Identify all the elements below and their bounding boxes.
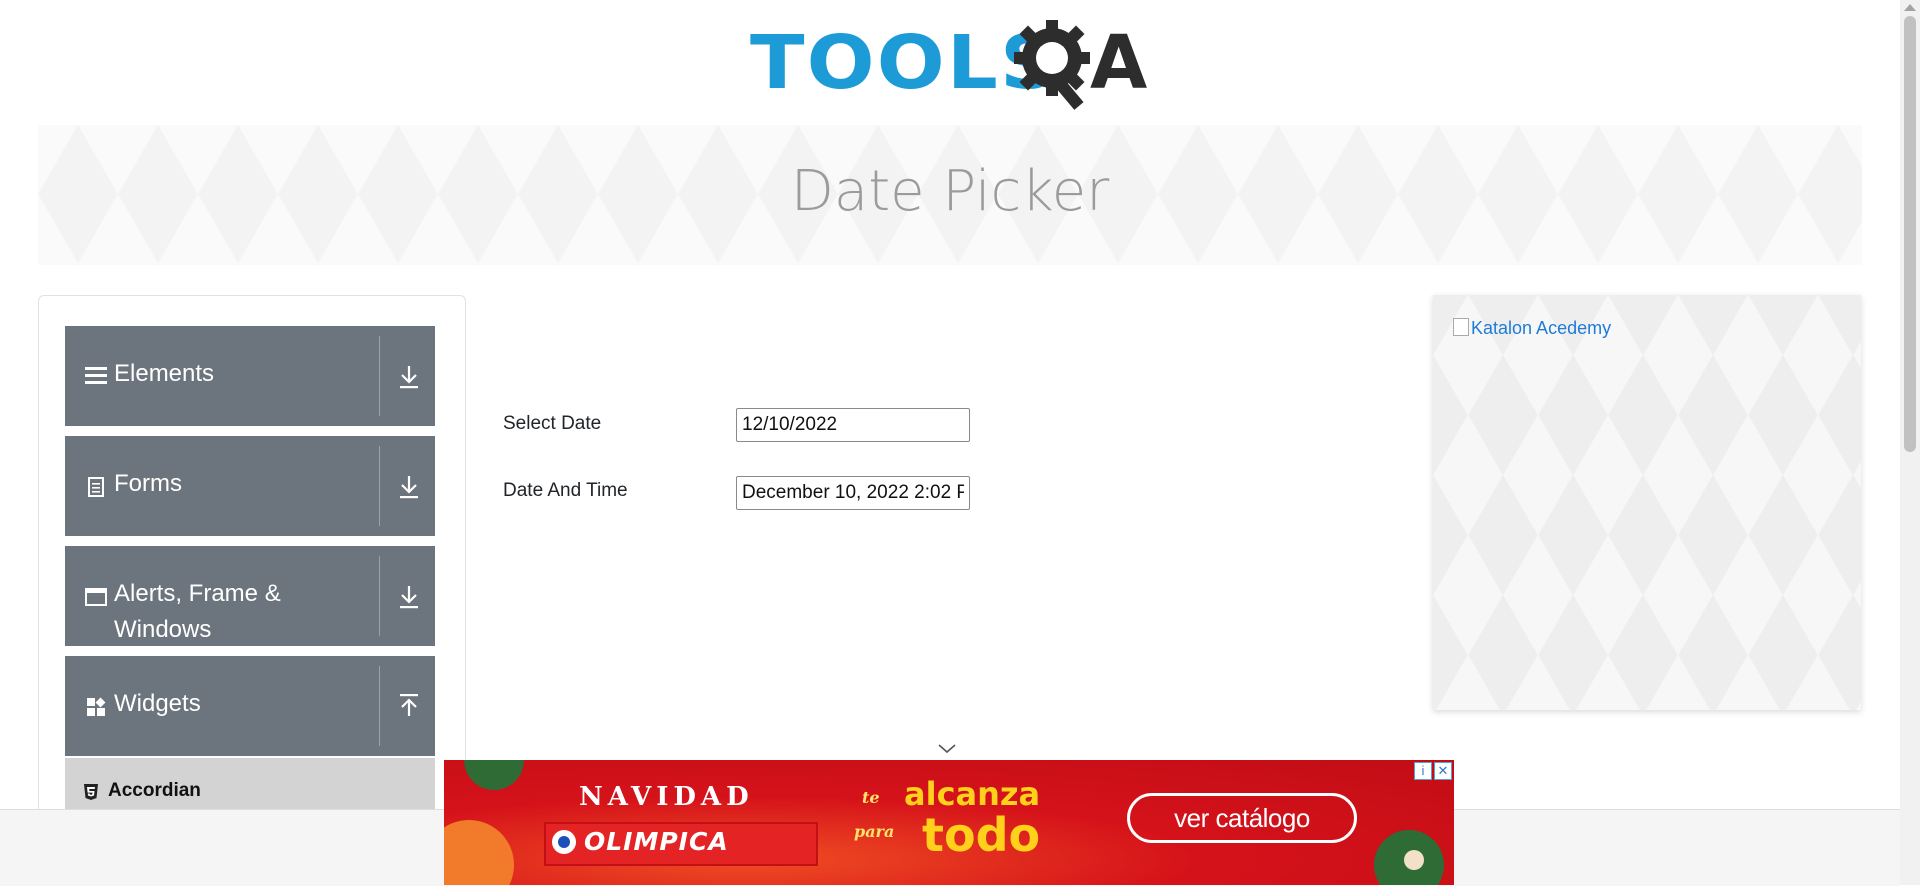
upload-icon[interactable]: [397, 694, 421, 720]
page-title: Date Picker: [790, 159, 1110, 224]
ad-close-icon[interactable]: ✕: [1434, 762, 1452, 780]
pine-decoration: [464, 760, 524, 790]
ad-panel: Katalon Acedemy: [1433, 295, 1861, 710]
broken-image-icon: [1453, 318, 1469, 336]
ad-slogan-small-1: te: [862, 788, 880, 807]
select-date-input[interactable]: [736, 408, 970, 442]
sidebar-group-widgets[interactable]: Widgets: [65, 656, 435, 756]
sidebar-group-label: Alerts, Frame & Windows: [114, 580, 281, 643]
html5-icon: [84, 784, 98, 800]
window-icon: [85, 586, 107, 608]
candy-decoration: [1404, 850, 1424, 870]
download-icon[interactable]: [397, 364, 421, 390]
divider: [379, 556, 380, 636]
ad-slogan-big-1: alcanza: [904, 775, 1041, 813]
divider: [379, 446, 380, 526]
scrollbar-thumb[interactable]: [1904, 16, 1916, 452]
divider: [379, 666, 380, 746]
ver-catalogo-button[interactable]: ver catálogo: [1127, 793, 1357, 843]
widgets-icon: [85, 696, 107, 718]
sidebar-group-elements[interactable]: Elements: [65, 326, 435, 426]
date-and-time-label: Date And Time: [503, 480, 628, 501]
katalon-academy-image-link[interactable]: Katalon Acedemy: [1453, 318, 1611, 339]
ad-slogan-small-2: para: [854, 822, 895, 841]
document-icon: [85, 476, 107, 498]
logo-text-a: A: [1090, 20, 1148, 106]
divider: [379, 336, 380, 416]
vertical-scrollbar[interactable]: [1900, 0, 1920, 885]
ad-brand: OLIMPICA: [584, 827, 729, 856]
ad-info-icon[interactable]: i: [1414, 762, 1432, 780]
date-and-time-input[interactable]: [736, 476, 970, 510]
select-date-label: Select Date: [503, 413, 602, 434]
ad-slogan-big-2: todo: [922, 808, 1041, 862]
page: TOOLS A Date Picker Elements Forms Alert…: [0, 0, 1900, 886]
olimpica-logo-icon: [552, 830, 576, 854]
sidebar-group-alerts-frame-windows[interactable]: Alerts, Frame & Windows: [65, 546, 435, 646]
download-icon[interactable]: [397, 584, 421, 610]
sidebar: Elements Forms Alerts, Frame & Windows W…: [38, 295, 466, 886]
download-icon[interactable]: [397, 474, 421, 500]
bottom-ad-banner[interactable]: i ✕ NAVIDAD OLIMPICA te alcanza para tod…: [444, 760, 1454, 885]
toolsqa-logo[interactable]: TOOLS A: [750, 18, 1155, 114]
hamburger-icon: [85, 364, 107, 386]
sidebar-group-forms[interactable]: Forms: [65, 436, 435, 536]
page-banner: Date Picker: [38, 125, 1862, 265]
gear-magnifier-icon: [1014, 20, 1090, 110]
ad-headline: NAVIDAD: [579, 782, 754, 812]
scroll-up-icon[interactable]: [1904, 4, 1916, 11]
ad-image-alt-text: Katalon Acedemy: [1471, 318, 1612, 338]
ornament-decoration: [444, 820, 514, 885]
chevron-down-icon[interactable]: [937, 743, 957, 755]
sidebar-group-label: Widgets: [114, 690, 201, 717]
sidebar-item-label: Accordian: [108, 780, 201, 801]
sidebar-group-label: Elements: [114, 360, 215, 387]
sidebar-group-label: Forms: [114, 470, 182, 497]
